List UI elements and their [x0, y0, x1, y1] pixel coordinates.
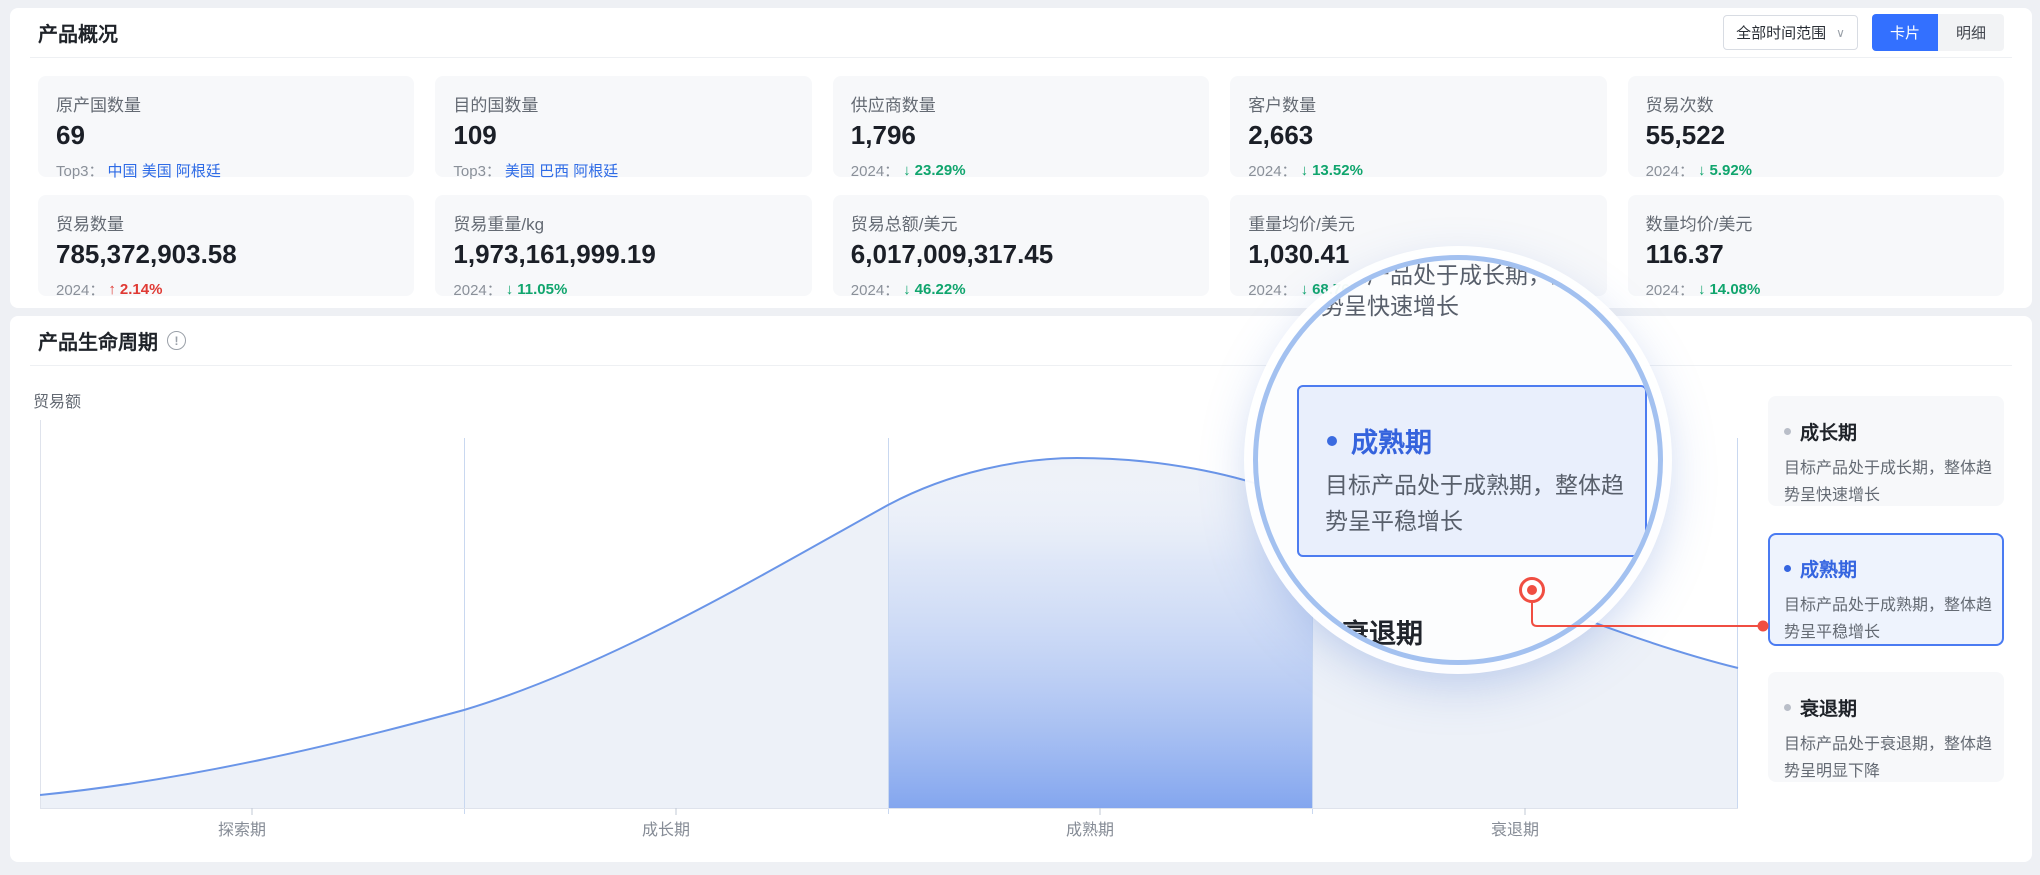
phase-label-growth: 成长期 [642, 816, 690, 840]
stage-card-growth[interactable]: 成长期 目标产品处于成长期，整体趋势呈快速增长 [1768, 396, 2004, 506]
metric-meta-label: 2024： [1248, 279, 1296, 300]
metric-meta-label: 2024： [1248, 160, 1296, 181]
metric-value: 2,663 [1248, 120, 1588, 151]
metric-cards-row-2: 贸易数量 785,372,903.58 2024：↑2.14% 贸易重量/kg … [38, 195, 2004, 296]
magnified-stage-name: 成熟期 [1351, 421, 1432, 460]
metric-change: 13.52% [1312, 162, 1363, 179]
metric-label: 原产国数量 [56, 91, 396, 116]
metric-label: 客户数量 [1248, 91, 1588, 116]
magnified-growth-desc: 目标产品处于成长期，整体趋势呈快速增长 [1321, 260, 1633, 322]
y-axis-label: 贸易额 [33, 388, 81, 412]
metric-label: 目的国数量 [453, 91, 793, 116]
down-arrow-icon: ↓ [1301, 281, 1309, 298]
metric-card-dest-countries: 目的国数量 109 Top3：美国 巴西 阿根廷 [435, 76, 811, 177]
stage-desc: 目标产品处于成熟期，整体趋势呈平稳增长 [1784, 592, 1996, 646]
overview-title: 产品概况 [38, 18, 118, 47]
metric-meta-label: 2024： [56, 279, 104, 300]
metric-meta-label: Top3： [453, 160, 501, 181]
stage-name: 成长期 [1800, 418, 1857, 445]
metric-meta-label: 2024： [453, 279, 501, 300]
chevron-down-icon: ∨ [1836, 26, 1845, 40]
stage-card-decline[interactable]: 衰退期 目标产品处于衰退期，整体趋势呈明显下降 [1768, 672, 2004, 782]
metric-label: 贸易重量/kg [453, 210, 793, 235]
down-arrow-icon: ↓ [903, 281, 911, 298]
stage-dot-icon [1784, 704, 1791, 711]
stage-name: 衰退期 [1800, 694, 1857, 721]
stage-dot-icon [1784, 428, 1791, 435]
card-view-button[interactable]: 卡片 [1872, 14, 1938, 51]
metric-change: 14.08% [1709, 281, 1760, 298]
info-icon[interactable]: ! [167, 331, 186, 350]
metric-card-trade-weight: 贸易重量/kg 1,973,161,999.19 2024：↓11.05% [435, 195, 811, 296]
phase-label-exploration: 探索期 [218, 816, 266, 840]
connector-end-dot [1758, 621, 1769, 632]
overview-header: 产品概况 全部时间范围 ∨ 卡片 明细 [30, 8, 2012, 58]
down-arrow-icon: ↓ [506, 281, 514, 298]
metric-cards-row-1: 原产国数量 69 Top3：中国 美国 阿根廷 目的国数量 109 Top3：美… [38, 76, 2004, 177]
metric-value: 69 [56, 120, 396, 151]
metric-value: 55,522 [1646, 120, 1986, 151]
metric-change: 2.14% [120, 281, 163, 298]
metric-meta-label: Top3： [56, 160, 104, 181]
metric-card-trade-amount: 贸易总额/美元 6,017,009,317.45 2024：↓46.22% [833, 195, 1209, 296]
magnified-maturity-card: 成熟期 目标产品处于成熟期，整体趋势呈平稳增长 [1297, 385, 1647, 557]
metric-value: 1,973,161,999.19 [453, 239, 793, 270]
metric-card-suppliers: 供应商数量 1,796 2024：↓23.29% [833, 76, 1209, 177]
metric-change: 23.29% [915, 162, 966, 179]
metric-card-customers: 客户数量 2,663 2024：↓13.52% [1230, 76, 1606, 177]
metric-change: 5.92% [1709, 162, 1752, 179]
stage-dot-icon [1784, 565, 1791, 572]
stage-card-maturity-active[interactable]: 成熟期 目标产品处于成熟期，整体趋势呈平稳增长 [1768, 533, 2004, 646]
view-toggle: 卡片 明细 [1872, 14, 2004, 51]
phase-label-maturity: 成熟期 [1066, 816, 1114, 840]
lifecycle-title: 产品生命周期 [38, 326, 158, 355]
focus-marker-dot [1527, 585, 1537, 595]
metric-label: 数量均价/美元 [1646, 210, 1986, 235]
product-lifecycle-panel: 产品生命周期 ! 贸易额 [10, 316, 2032, 862]
metric-label: 供应商数量 [851, 91, 1191, 116]
metric-card-trade-quantity: 贸易数量 785,372,903.58 2024：↑2.14% [38, 195, 414, 296]
focus-marker [1519, 577, 1545, 603]
connector-line [1520, 595, 1780, 640]
metric-card-trade-count: 贸易次数 55,522 2024：↓5.92% [1628, 76, 2004, 177]
metric-label: 贸易总额/美元 [851, 210, 1191, 235]
metric-change: 46.22% [915, 281, 966, 298]
down-arrow-icon: ↓ [1301, 162, 1309, 179]
metric-label: 贸易数量 [56, 210, 396, 235]
time-range-value: 全部时间范围 [1736, 22, 1826, 43]
up-arrow-icon: ↑ [108, 281, 116, 298]
metric-value: 785,372,903.58 [56, 239, 396, 270]
dashboard-page: 产品概况 全部时间范围 ∨ 卡片 明细 原产国数量 69 Top3：中国 美国 … [0, 0, 2040, 875]
metric-value: 116.37 [1646, 239, 1986, 270]
down-arrow-icon: ↓ [1698, 281, 1706, 298]
metric-card-origin-countries: 原产国数量 69 Top3：中国 美国 阿根廷 [38, 76, 414, 177]
down-arrow-icon: ↓ [903, 162, 911, 179]
metric-value: 109 [453, 120, 793, 151]
stage-desc: 目标产品处于衰退期，整体趋势呈明显下降 [1784, 731, 1996, 785]
metric-label: 重量均价/美元 [1248, 210, 1588, 235]
time-range-select[interactable]: 全部时间范围 ∨ [1723, 15, 1858, 50]
top3-links[interactable]: 美国 巴西 阿根廷 [505, 160, 618, 181]
stage-name: 成熟期 [1800, 555, 1857, 582]
top3-links[interactable]: 中国 美国 阿根廷 [108, 160, 221, 181]
metric-value: 1,796 [851, 120, 1191, 151]
metric-value: 6,017,009,317.45 [851, 239, 1191, 270]
product-overview-panel: 产品概况 全部时间范围 ∨ 卡片 明细 原产国数量 69 Top3：中国 美国 … [10, 8, 2032, 308]
lifecycle-header: 产品生命周期 ! [30, 316, 2012, 366]
stage-dot-icon [1327, 436, 1337, 446]
metric-label: 贸易次数 [1646, 91, 1986, 116]
metric-card-qty-avg-price: 数量均价/美元 116.37 2024：↓14.08% [1628, 195, 2004, 296]
metric-meta-label: 2024： [851, 279, 899, 300]
metric-change: 11.05% [517, 281, 567, 298]
metric-meta-label: 2024： [1646, 279, 1694, 300]
stage-desc: 目标产品处于成长期，整体趋势呈快速增长 [1784, 455, 1996, 509]
magnified-stage-desc: 目标产品处于成熟期，整体趋势呈平稳增长 [1325, 467, 1641, 539]
phase-label-decline: 衰退期 [1491, 816, 1539, 840]
metric-meta-label: 2024： [851, 160, 899, 181]
magnified-decline-name: 衰退期 [1342, 612, 1423, 651]
metric-meta-label: 2024： [1646, 160, 1694, 181]
detail-view-button[interactable]: 明细 [1938, 14, 2004, 51]
overview-controls: 全部时间范围 ∨ 卡片 明细 [1723, 14, 2004, 51]
down-arrow-icon: ↓ [1698, 162, 1706, 179]
